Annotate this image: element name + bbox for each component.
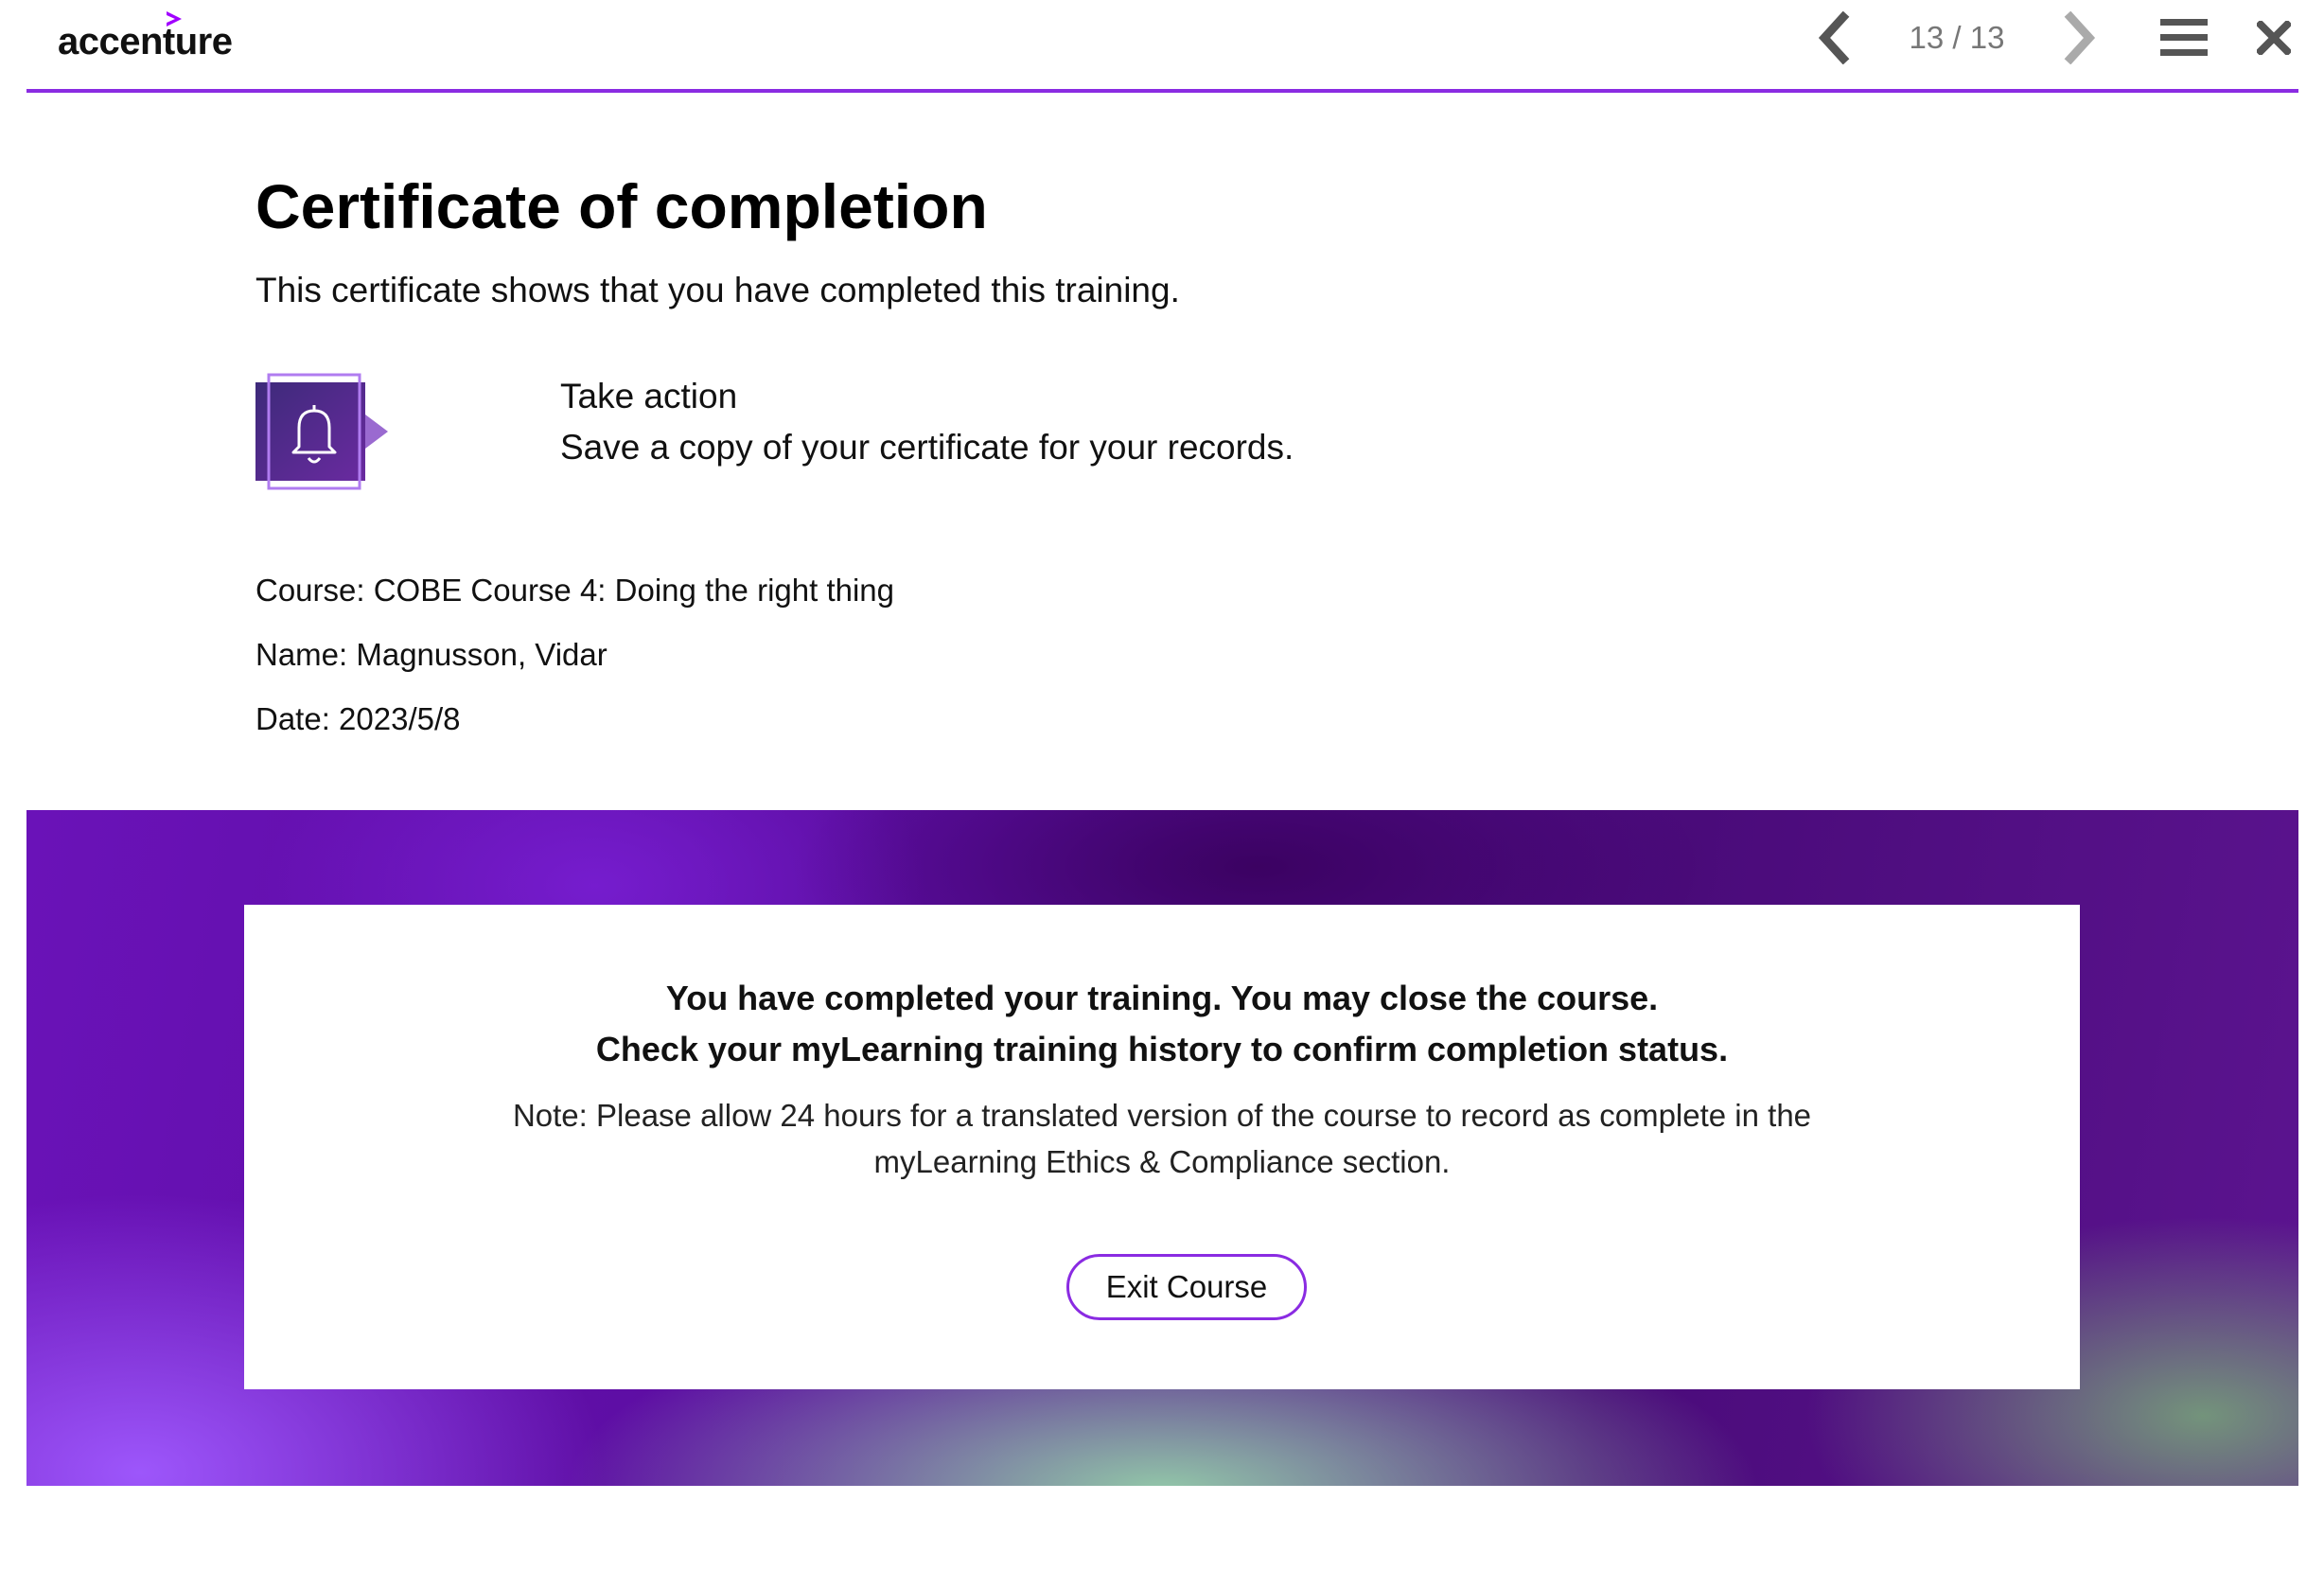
exit-course-button[interactable]: Exit Course bbox=[1066, 1254, 1307, 1320]
page-title: Certificate of completion bbox=[255, 171, 988, 241]
course-info: Course: COBE Course 4: Doing the right t… bbox=[255, 573, 895, 608]
close-icon bbox=[2257, 21, 2291, 55]
bell-icon bbox=[255, 373, 388, 490]
completion-banner: You have completed your training. You ma… bbox=[26, 810, 2298, 1486]
page-subtitle: This certificate shows that you have com… bbox=[255, 271, 1180, 309]
completion-card: You have completed your training. You ma… bbox=[244, 905, 2080, 1389]
action-description: Save a copy of your certificate for your… bbox=[560, 428, 1294, 467]
chevron-right-icon bbox=[2064, 11, 2096, 64]
completion-date: Date: 2023/5/8 bbox=[255, 701, 461, 736]
history-message: Check your myLearning training history t… bbox=[595, 1030, 1729, 1068]
previous-page-button[interactable] bbox=[1805, 0, 1862, 76]
next-page-button[interactable] bbox=[2051, 0, 2108, 76]
hamburger-menu-icon bbox=[2160, 19, 2208, 56]
menu-button[interactable] bbox=[2151, 0, 2217, 76]
action-title: Take action bbox=[560, 377, 738, 415]
top-bar: accenture 13 / 13 bbox=[26, 0, 2298, 93]
close-button[interactable] bbox=[2241, 0, 2307, 76]
page-counter: 13 / 13 bbox=[1909, 20, 2005, 55]
translation-note: Note: Please allow 24 hours for a transl… bbox=[512, 1098, 1812, 1179]
accenture-logo: accenture bbox=[58, 21, 233, 62]
completion-message: You have completed your training. You ma… bbox=[665, 979, 1659, 1017]
chevron-left-icon bbox=[1818, 11, 1850, 64]
learner-name: Name: Magnusson, Vidar bbox=[255, 637, 607, 672]
logo-arrow-icon bbox=[167, 11, 182, 26]
